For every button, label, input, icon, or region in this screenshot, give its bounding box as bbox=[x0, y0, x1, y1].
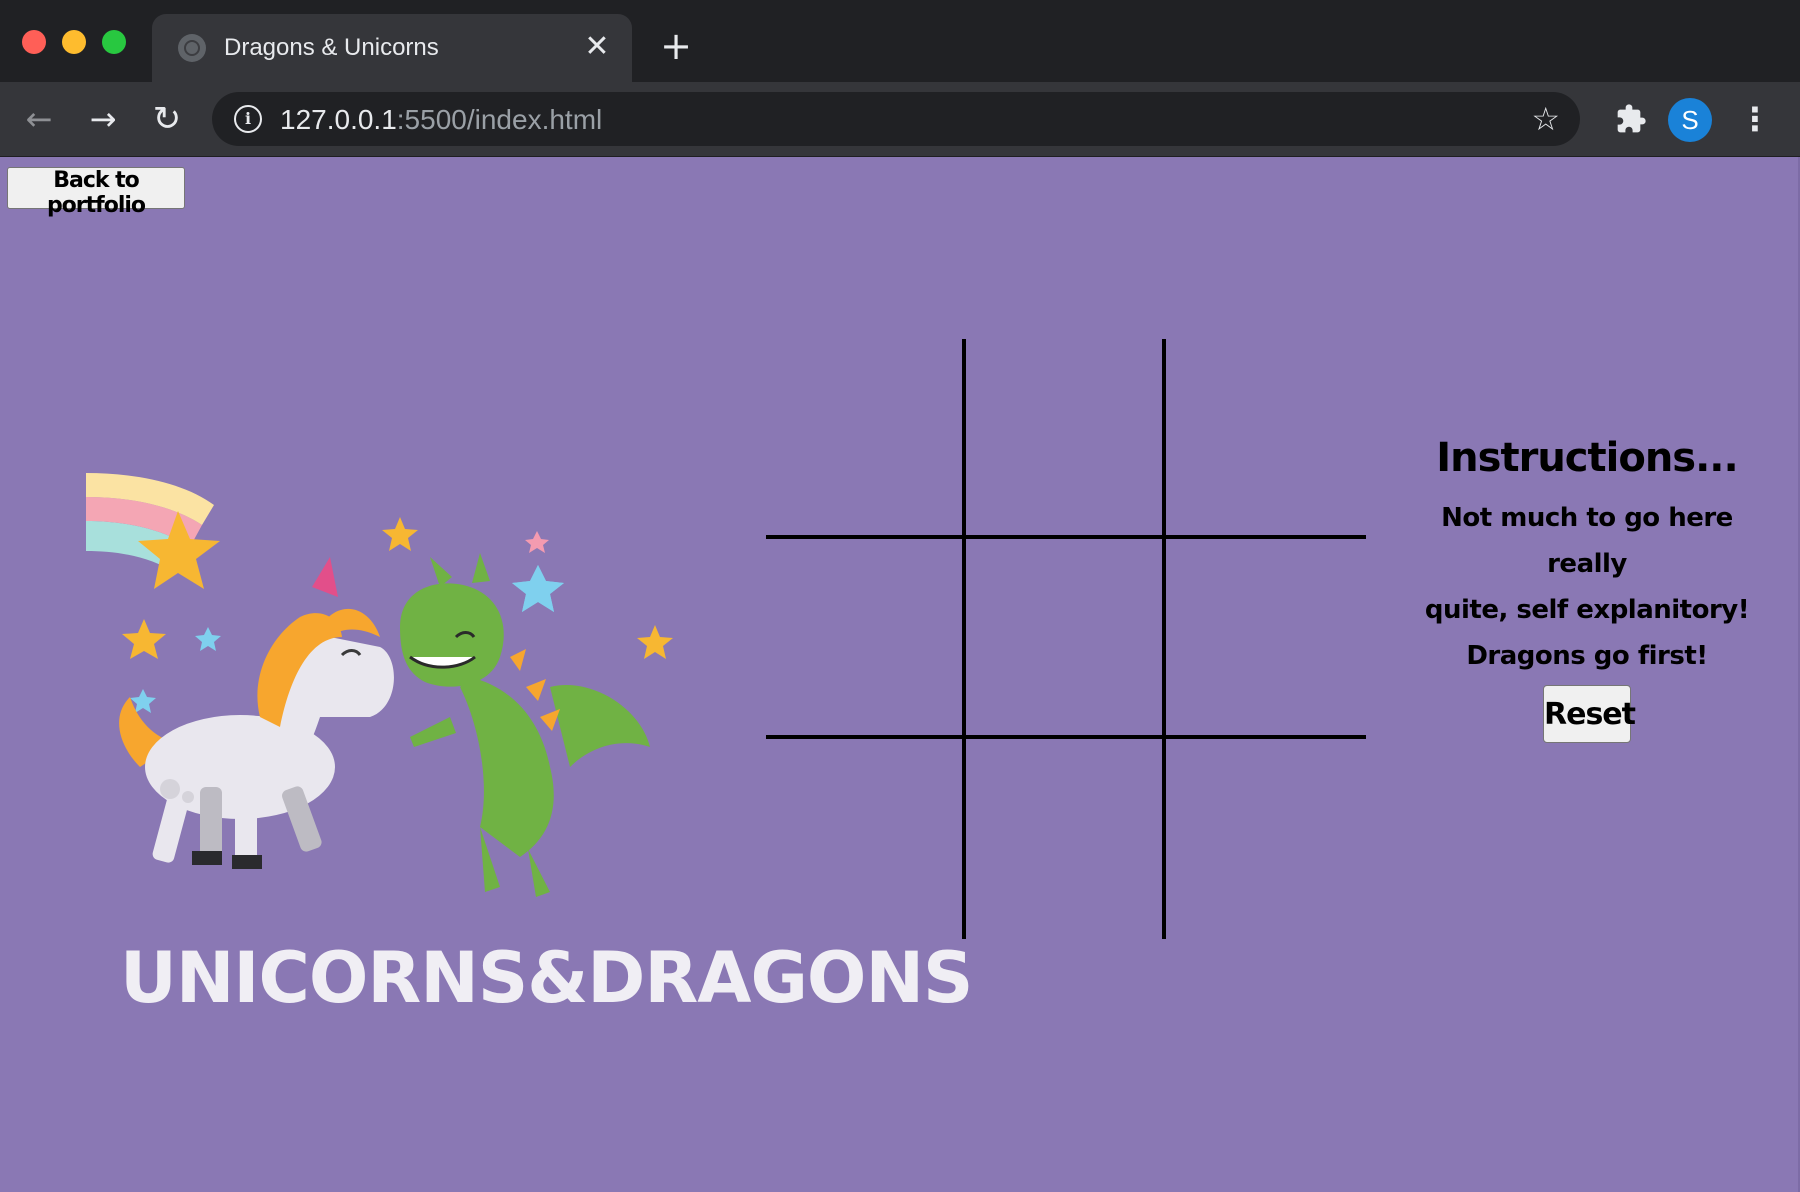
board-cell[interactable] bbox=[1166, 339, 1366, 539]
url-text[interactable]: 127.0.0.1:5500/index.html bbox=[280, 104, 602, 136]
browser-tab-bar: Dragons & Unicorns ✕ + bbox=[0, 0, 1800, 82]
board-grid-line bbox=[766, 535, 1366, 539]
url-path: :5500/index.html bbox=[396, 104, 603, 135]
board-cell[interactable] bbox=[766, 339, 966, 539]
board-cell[interactable] bbox=[766, 539, 966, 739]
unicorn-icon bbox=[119, 557, 394, 869]
window-maximize-button[interactable] bbox=[102, 30, 126, 54]
info-icon[interactable]: i bbox=[234, 105, 262, 133]
board-grid-line bbox=[766, 735, 1366, 739]
avatar[interactable]: S bbox=[1668, 98, 1712, 142]
board-cell[interactable] bbox=[966, 539, 1166, 739]
board-grid-line bbox=[1162, 339, 1166, 939]
globe-icon bbox=[178, 34, 206, 62]
instructions-line: Not much to go here really bbox=[1441, 503, 1733, 579]
plus-icon[interactable]: + bbox=[656, 26, 696, 66]
tab-title: Dragons & Unicorns bbox=[224, 34, 439, 61]
instructions-panel: Instructions... Not much to go here real… bbox=[1400, 435, 1774, 679]
unicorns-dragons-logo: UNICORNS&DRAGONS bbox=[80, 387, 973, 1047]
url-host: 127.0.0.1 bbox=[280, 104, 397, 135]
board-cell[interactable] bbox=[1166, 739, 1366, 939]
window-minimize-button[interactable] bbox=[62, 30, 86, 54]
instructions-line: quite, self explanitory! bbox=[1424, 595, 1750, 625]
game-board bbox=[766, 339, 1366, 939]
board-cell[interactable] bbox=[966, 739, 1166, 939]
star-icon[interactable]: ☆ bbox=[1531, 100, 1560, 138]
board-cell[interactable] bbox=[966, 339, 1166, 539]
reset-button[interactable]: Reset bbox=[1543, 685, 1636, 743]
kebab-menu-icon[interactable]: ⋮ bbox=[1732, 96, 1778, 142]
board-cell[interactable] bbox=[1166, 539, 1366, 739]
reload-icon[interactable]: ↻ bbox=[144, 96, 190, 142]
board-grid-line bbox=[962, 339, 966, 939]
close-icon[interactable]: ✕ bbox=[580, 30, 614, 64]
instructions-line: Dragons go first! bbox=[1466, 641, 1708, 671]
window-close-button[interactable] bbox=[22, 30, 46, 54]
arrow-left-icon[interactable]: ← bbox=[16, 96, 62, 142]
board-cell[interactable] bbox=[766, 739, 966, 939]
back-to-portfolio-button[interactable]: Back to portfolio bbox=[7, 167, 185, 218]
browser-toolbar: ← → ↻ i 127.0.0.1:5500/index.html ☆ S ⋮ bbox=[0, 82, 1800, 157]
logo-illustration bbox=[86, 473, 673, 897]
instructions-text: Not much to go here really quite, self ex… bbox=[1400, 495, 1774, 679]
puzzle-icon[interactable] bbox=[1608, 96, 1654, 142]
logo-text: UNICORNS&DRAGONS bbox=[120, 937, 973, 1019]
page-content: Back to portfolio UNICORNS&DRAGONS Instr… bbox=[0, 157, 1800, 1192]
instructions-title: Instructions... bbox=[1436, 435, 1738, 481]
browser-tab[interactable]: Dragons & Unicorns ✕ bbox=[152, 14, 632, 82]
address-bar[interactable]: i 127.0.0.1:5500/index.html ☆ bbox=[212, 92, 1580, 146]
arrow-right-icon[interactable]: → bbox=[80, 96, 126, 142]
